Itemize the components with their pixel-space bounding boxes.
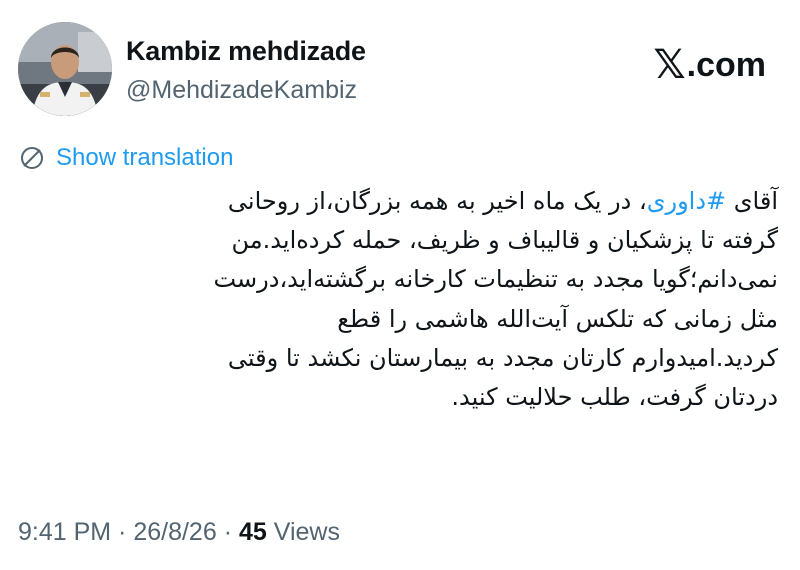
hashtag-link[interactable]: #داوری [647,187,726,215]
avatar[interactable] [18,22,112,116]
tweet-line: نمی‌دانم؛گویا مجدد به تنظیمات کارخانه بر… [213,265,778,294]
tweet-line: دردتان گرفت، طلب حلالیت کنید. [451,383,778,412]
brand-watermark: 𝕏 .com [653,42,766,88]
tweet-line: آقای #داوری، در یک ماه اخیر به همه بزرگا… [14,182,778,221]
meta-separator: · [216,518,239,546]
tweet-line-text: ، در یک ماه اخیر به همه بزرگان،از روحانی [227,187,647,215]
tweet-date[interactable]: 26/8/26 [133,518,216,546]
show-translation-label: Show translation [56,144,234,171]
meta-separator: · [111,518,134,546]
profile-photo [18,22,112,116]
tweet-line-text: آقای [726,187,778,215]
globe-translate-icon [21,147,43,169]
tweet-line: گرفته تا پزشکیان و قالیباف و ظریف، حمله … [231,226,778,255]
tweet-line: کردید.امیدوارم کارتان مجدد به بیمارستان … [227,343,778,372]
author-display-name[interactable]: Kambiz mehdizade [126,36,366,67]
tweet-text: آقای #داوری، در یک ماه اخیر به همه بزرگا… [14,182,778,417]
tweet-meta: 9:41 PM · 26/8/26 · 45 Views [18,518,340,547]
show-translation-button[interactable]: Show translation [18,144,233,172]
tweet-time[interactable]: 9:41 PM [18,518,111,546]
x-logo-icon: 𝕏 [653,42,686,88]
brand-suffix: .com [686,45,766,84]
views-count[interactable]: 45 [239,518,267,546]
views-label: Views [266,518,340,546]
tweet-line: مثل زمانی که تلکس آیت‌الله هاشمی را قطع [337,304,778,333]
author-handle[interactable]: @MehdizadeKambiz [126,76,357,105]
